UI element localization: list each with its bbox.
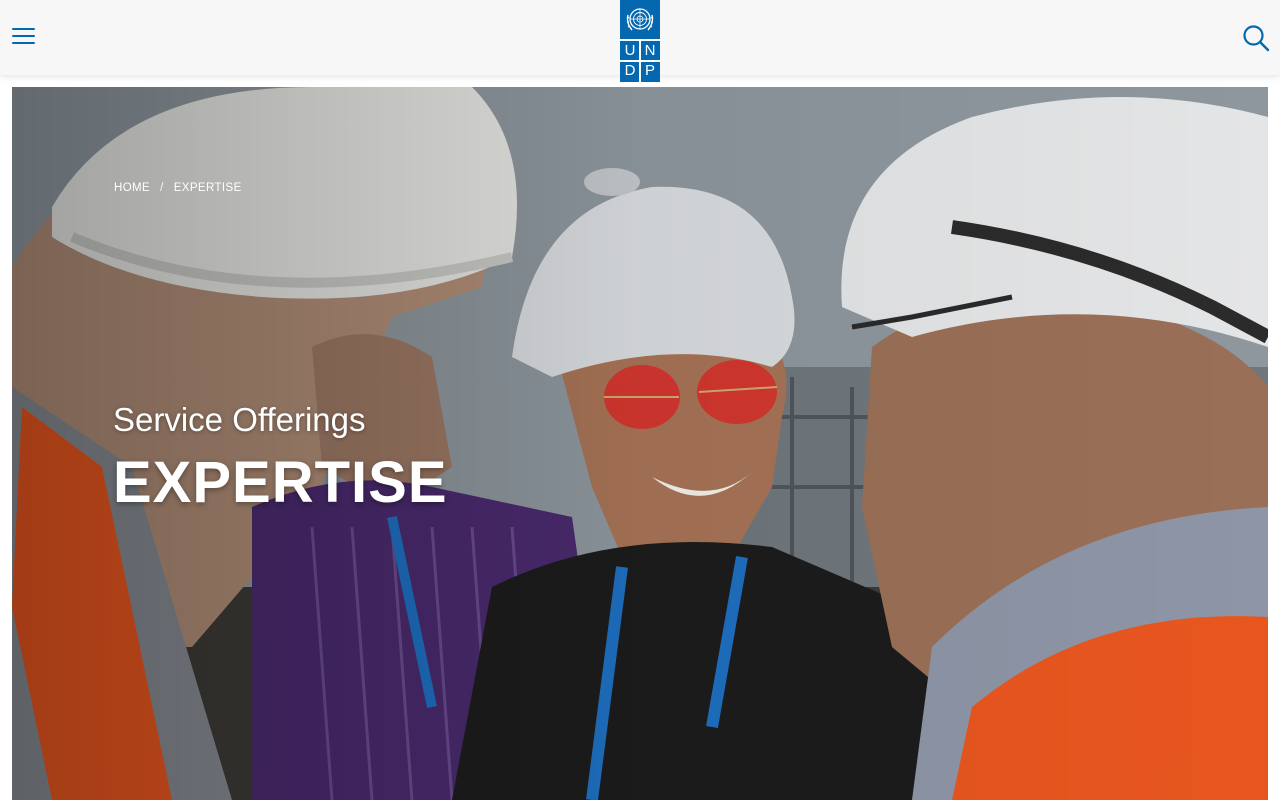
- undp-logo[interactable]: U N D P: [620, 0, 660, 82]
- un-emblem-icon: [626, 8, 654, 31]
- logo-letter: U: [624, 42, 636, 59]
- breadcrumb: HOME / EXPERTISE: [114, 182, 242, 194]
- search-icon[interactable]: [1241, 23, 1271, 53]
- hero-eyebrow: Service Offerings: [113, 401, 366, 438]
- hero-banner: HOME / EXPERTISE Service Offerings EXPER…: [12, 87, 1268, 800]
- logo-letter: P: [644, 62, 655, 79]
- page-title: EXPERTISE: [113, 450, 448, 515]
- logo-letter: N: [644, 42, 656, 59]
- logo-letter: D: [624, 62, 636, 79]
- breadcrumb-expertise-link[interactable]: EXPERTISE: [174, 182, 242, 194]
- breadcrumb-home-link[interactable]: HOME: [114, 182, 150, 194]
- hamburger-menu-icon[interactable]: [12, 27, 35, 47]
- breadcrumb-separator: /: [160, 182, 164, 194]
